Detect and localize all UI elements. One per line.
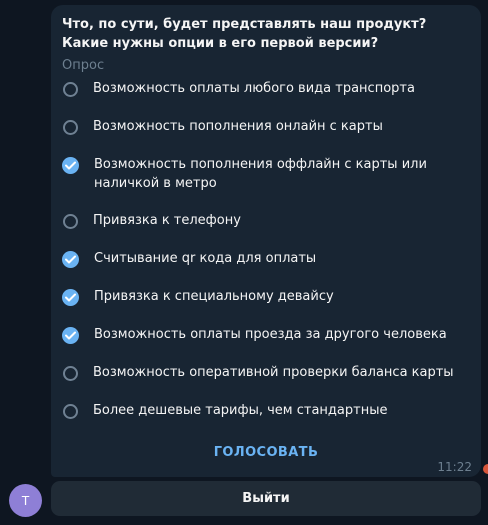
- poll-option[interactable]: Возможность оплаты проезда за другого че…: [62, 325, 469, 363]
- poll-option-label: Привязка к телефону: [93, 213, 241, 228]
- poll-option-label: Возможность оперативной проверки баланса…: [93, 365, 454, 380]
- avatar[interactable]: T: [9, 484, 42, 517]
- message-time: 11:22: [437, 460, 472, 474]
- poll-option[interactable]: Считывание qr кода для оплаты: [62, 249, 469, 287]
- radio-unchecked-icon: [63, 404, 78, 419]
- poll-option-label: Возможность оплаты проезда за другого че…: [94, 327, 447, 342]
- poll-message-bubble: Что, по сути, будет представлять наш про…: [51, 5, 481, 477]
- radio-unchecked-icon: [63, 214, 78, 229]
- checkmark-icon: [62, 157, 79, 174]
- exit-button[interactable]: Выйти: [51, 481, 481, 516]
- vote-button[interactable]: ГОЛОСОВАТЬ: [51, 445, 481, 460]
- poll-option-label: Считывание qr кода для оплаты: [94, 251, 317, 266]
- poll-options: Возможность оплаты любого вида транспорт…: [62, 79, 469, 439]
- poll-option[interactable]: Привязка к телефону: [62, 211, 469, 249]
- poll-option-label: Возможность оплаты любого вида транспорт…: [93, 81, 415, 96]
- reaction-icon[interactable]: [483, 464, 488, 474]
- checkmark-icon: [62, 327, 79, 344]
- exit-button-label: Выйти: [242, 491, 290, 506]
- radio-unchecked-icon: [63, 120, 78, 135]
- poll-option-label: Возможность пополнения онлайн с карты: [93, 119, 383, 134]
- poll-option[interactable]: Возможность пополнения оффлайн с карты и…: [62, 155, 469, 211]
- poll-type-label: Опрос: [62, 58, 105, 73]
- poll-question: Что, по сути, будет представлять наш про…: [62, 17, 427, 51]
- poll-option[interactable]: Привязка к специальному девайсу: [62, 287, 469, 325]
- radio-unchecked-icon: [63, 366, 78, 381]
- poll-option[interactable]: Возможность пополнения онлайн с карты: [62, 117, 469, 155]
- poll-option[interactable]: Более дешевые тарифы, чем стандартные: [62, 401, 469, 439]
- poll-option-label: Возможность пополнения оффлайн с карты и…: [94, 157, 427, 191]
- avatar-letter: T: [21, 493, 30, 508]
- poll-option-label: Привязка к специальному девайсу: [94, 289, 334, 304]
- radio-unchecked-icon: [63, 82, 78, 97]
- poll-option[interactable]: Возможность оперативной проверки баланса…: [62, 363, 469, 401]
- poll-option[interactable]: Возможность оплаты любого вида транспорт…: [62, 79, 469, 117]
- poll-option-label: Более дешевые тарифы, чем стандартные: [93, 403, 388, 418]
- checkmark-icon: [62, 289, 79, 306]
- checkmark-icon: [62, 251, 79, 268]
